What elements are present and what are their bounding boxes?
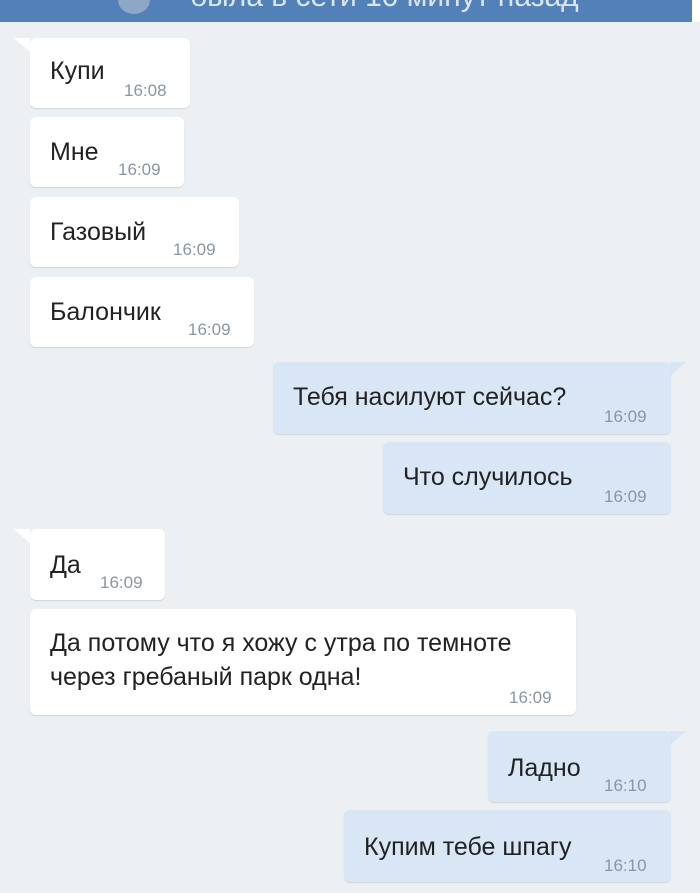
message-text: Что случилось [403,463,573,491]
chat-header: была в сети 10 минут назад [0,0,700,22]
message-time: 16:10 [604,856,647,875]
incoming-message[interactable]: Купи 16:08 [30,38,190,108]
outgoing-message[interactable]: Что случилось 16:09 [383,442,671,514]
avatar[interactable] [118,0,150,14]
incoming-message[interactable]: Балончик 16:09 [30,277,254,347]
bubble-tail [14,529,30,543]
message-time: 16:10 [604,776,647,795]
message-text: Купим тебе шпагу [364,833,572,861]
bubble-tail [14,38,30,52]
message-time: 16:09 [100,573,143,592]
message-text: Газовый [50,218,147,246]
message-time: 16:09 [188,320,231,339]
bubble-tail [670,731,686,745]
header-edge [692,0,700,22]
incoming-message[interactable]: Газовый 16:09 [30,197,239,267]
message-text: Да потому что я хожу с утра по темноте ч… [50,629,512,691]
incoming-message[interactable]: Мне 16:09 [30,117,184,187]
message-time: 16:09 [509,688,552,707]
message-text: Мне [50,138,99,166]
outgoing-message[interactable]: Ладно 16:10 [488,731,671,802]
outgoing-message[interactable]: Купим тебе шпагу 16:10 [344,810,671,882]
message-text: Купи [50,57,105,85]
outgoing-message[interactable]: Тебя насилуют сейчас? 16:09 [273,362,671,434]
incoming-message[interactable]: Да потому что я хожу с утра по темноте ч… [30,609,576,715]
message-text: Тебя насилуют сейчас? [293,383,567,411]
message-text: Ладно [508,754,581,782]
last-seen-status: была в сети 10 минут назад [190,0,579,14]
message-time: 16:09 [604,407,647,426]
incoming-message[interactable]: Да 16:09 [30,529,165,600]
message-time: 16:08 [124,81,167,100]
message-text: Да [50,551,81,579]
message-time: 16:09 [173,240,216,259]
message-text: Балончик [50,298,161,326]
message-time: 16:09 [118,160,161,179]
message-time: 16:09 [604,487,647,506]
bubble-tail [670,362,686,376]
